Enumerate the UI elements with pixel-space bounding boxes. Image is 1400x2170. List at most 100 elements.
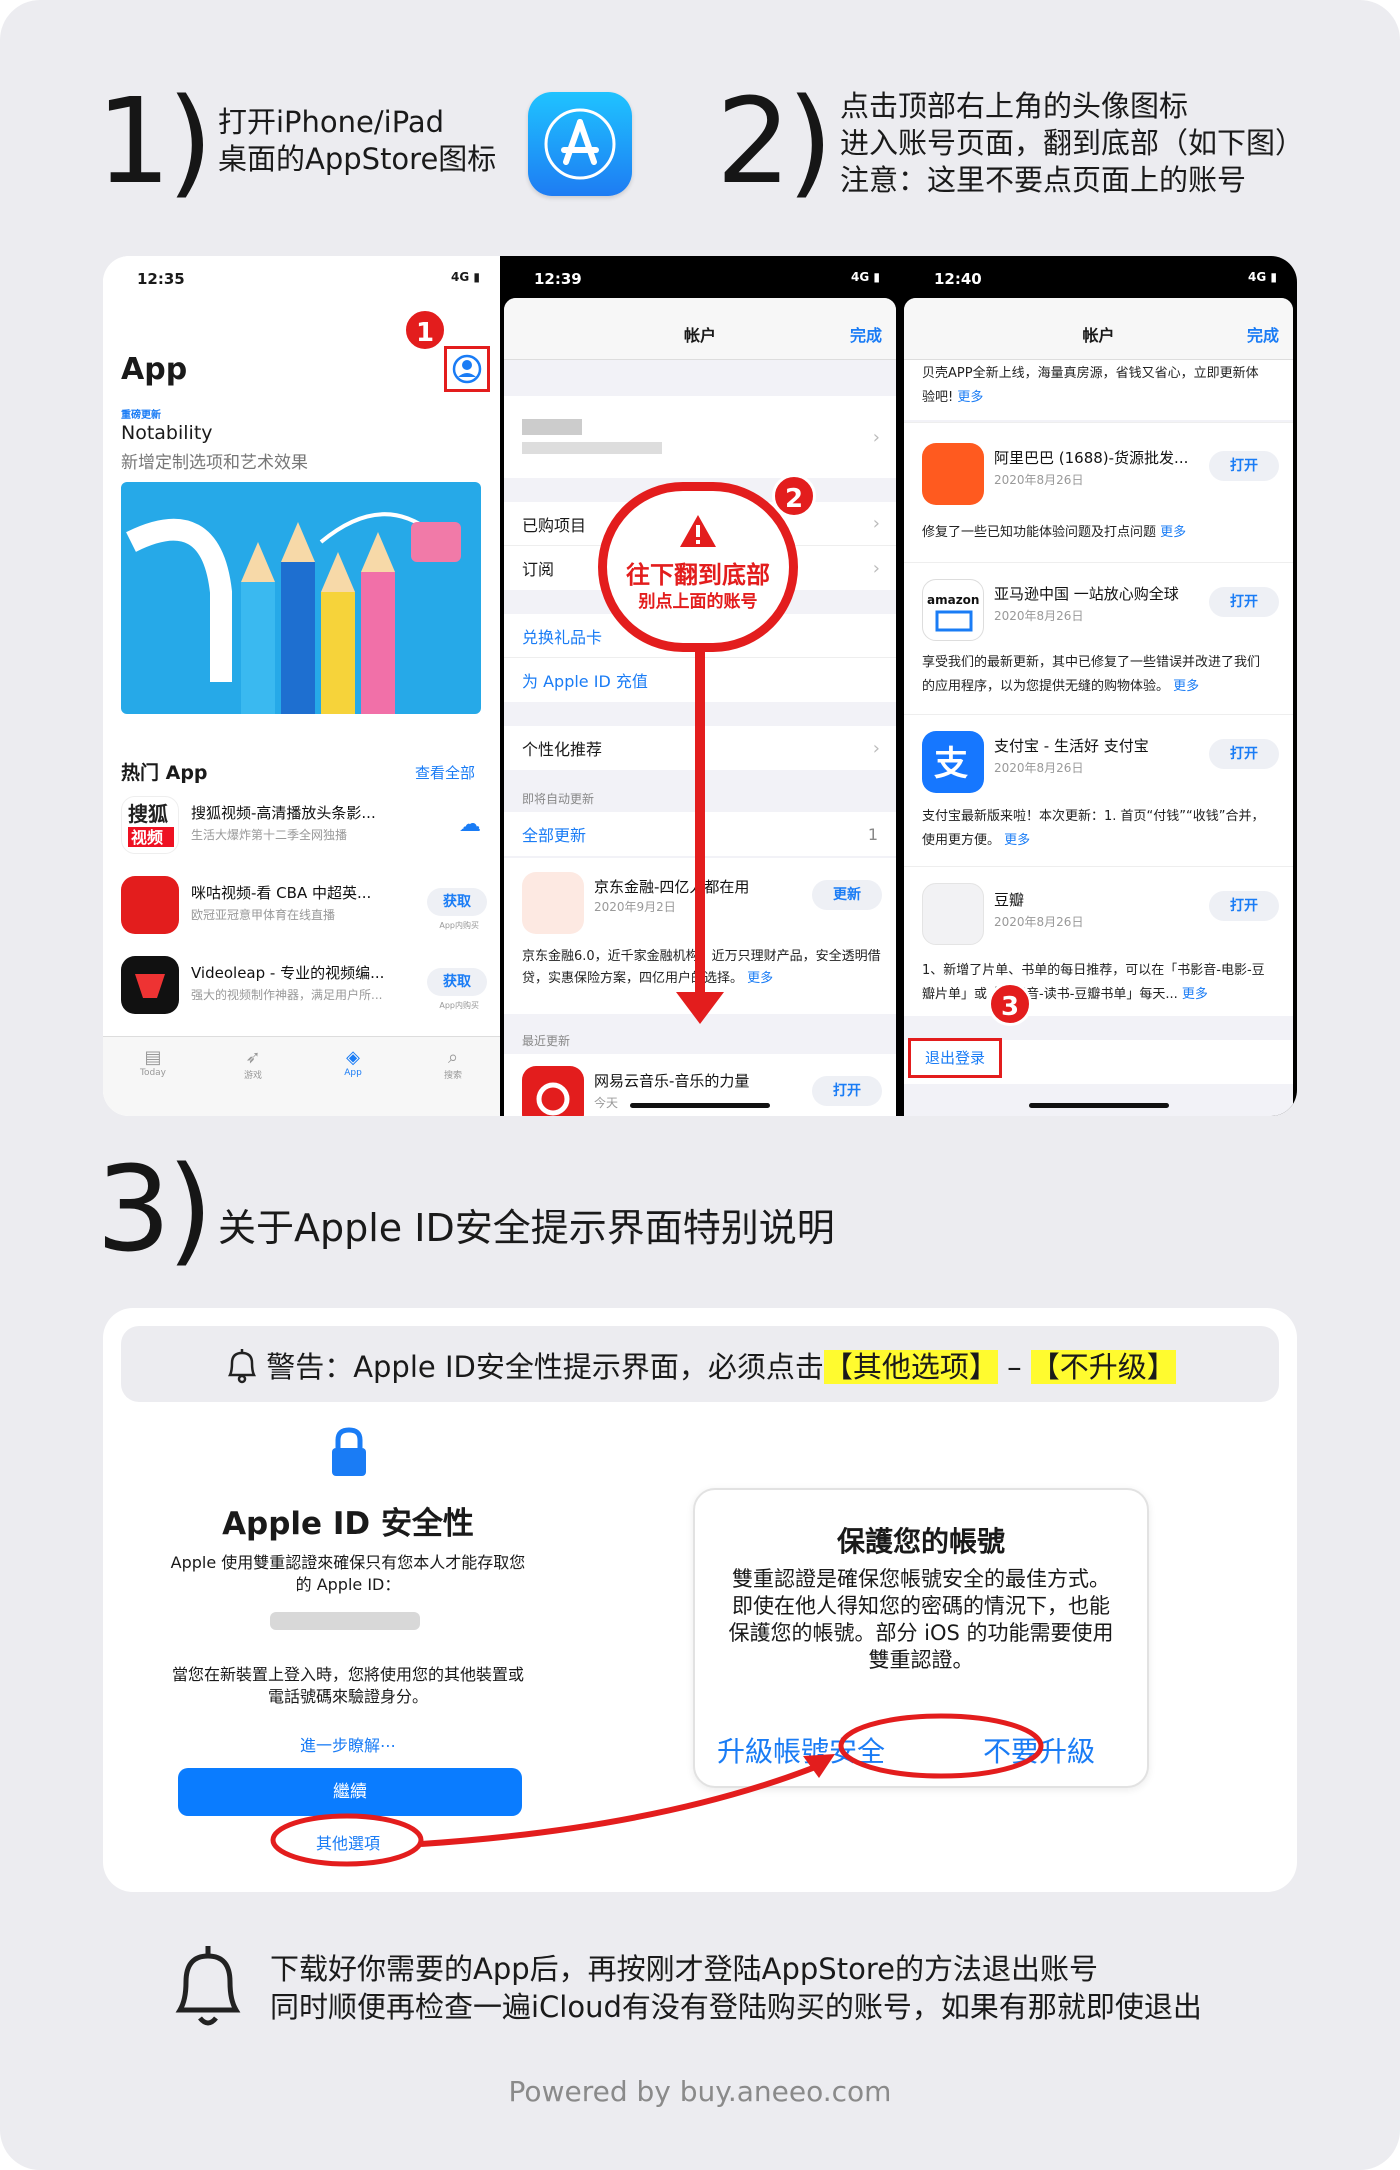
svg-text:amazon: amazon <box>927 593 979 607</box>
done-button[interactable]: 完成 <box>1247 322 1279 346</box>
arrow-head-icon <box>803 1754 835 1778</box>
app-release-note: 贝壳APP全新上线，海量真房源，省钱又省心，立即更新体验吧! 更多 <box>922 366 1259 405</box>
cloud-download-icon[interactable]: ☁ <box>459 812 481 837</box>
open-button[interactable]: 打开 <box>1209 587 1279 617</box>
amazon-icon: amazon <box>922 579 984 641</box>
scroll-hint-callout: 往下翻到底部 别点上面的账号 <box>598 482 798 652</box>
feature-subtitle: 新增定制选项和艺术效果 <box>121 453 308 473</box>
douban-icon <box>922 883 984 945</box>
screen-account-scroll: 12:39 4G ▮ 帐户 完成 › 已购项目 › 订阅 › 兑换礼品卡 为 App… <box>500 256 900 1116</box>
app-name: 阿里巴巴 (1688)-货源批发... <box>994 449 1189 467</box>
rocket-icon: ➶ <box>245 1047 261 1068</box>
apple-id-security-card: 警告：Apple ID安全性提示界面，必须点击【其他选项】 – 【不升级】 Ap… <box>103 1308 1297 1892</box>
status-bar: 12:35 4G ▮ <box>103 256 500 300</box>
status-time: 12:35 <box>137 270 185 288</box>
screen-account-bottom: 12:40 4G ▮ 帐户 完成 贝壳APP全新上线，海量真房源，省钱又省心，立… <box>900 256 1297 1116</box>
list-item[interactable]: 搜狐 视频 搜狐视频-高清播放头条影... 生活大爆炸第十二季全网独播 ☁ <box>121 796 491 866</box>
sheet-header: 帐户 完成 <box>904 298 1293 360</box>
step-2-line-3: 注意：这里不要点页面上的账号 <box>840 163 1247 197</box>
app-name: 咪咕视频-看 CBA 中超英... <box>191 884 372 902</box>
scroll-down-arrow-icon <box>676 646 724 1024</box>
hot-apps-title: 热门 App <box>121 762 208 784</box>
app-release-note: 1、新增了片单、书单的每日推荐，可以在「书影音-电影-豆瓣片单」或「书影音-读书… <box>922 963 1265 1002</box>
tab-games[interactable]: ➶ 游戏 <box>223 1047 283 1081</box>
app-desc: 欧冠亚冠意甲体育在线直播 <box>191 908 336 922</box>
get-button[interactable]: 获取 <box>427 968 487 996</box>
list-item[interactable]: 阿里巴巴 (1688)-货源批发... 2020年8月26日 打开 修复了一些已… <box>904 422 1293 562</box>
status-bar: 12:40 4G ▮ <box>900 256 1297 300</box>
step-2-text: 点击顶部右上角的头像图标 进入账号页面，翻到底部（如下图） 注意：这里不要点页面… <box>840 88 1304 199</box>
status-time: 12:40 <box>934 270 982 288</box>
app-name: 豆瓣 <box>994 891 1025 909</box>
callout-subtitle: 别点上面的账号 <box>638 592 758 612</box>
feature-banner[interactable] <box>121 482 481 714</box>
svg-text:支: 支 <box>934 744 968 784</box>
footer-line-1: 下载好你需要的App后，再按刚才登陆AppStore的方法退出账号 <box>270 1952 1098 1986</box>
other-options-circle <box>270 1813 424 1867</box>
alibaba-1688-icon <box>922 443 984 505</box>
open-button[interactable]: 打开 <box>1209 451 1279 481</box>
in-app-purchase-note: App内购买 <box>439 921 479 930</box>
callout-title: 往下翻到底部 <box>626 561 770 589</box>
layers-icon: ◈ <box>346 1047 360 1068</box>
in-app-purchase-note: App内购买 <box>439 1001 479 1010</box>
home-indicator <box>630 1103 770 1108</box>
app-date: 2020年8月26日 <box>994 761 1084 775</box>
see-all-link[interactable]: 查看全部 <box>415 762 475 783</box>
app-store-icon <box>528 92 632 196</box>
alipay-icon: 支 <box>922 731 984 793</box>
tab-search[interactable]: ⌕ 搜索 <box>423 1047 483 1081</box>
step-badge-1: 1 <box>403 308 447 352</box>
svg-text:视频: 视频 <box>131 828 163 847</box>
step-3-number: 3) <box>96 1140 213 1278</box>
today-icon: ▤ <box>144 1047 162 1068</box>
app-desc: 强大的视频制作神器，满足用户所... <box>191 988 383 1002</box>
search-icon: ⌕ <box>447 1047 459 1068</box>
list-item[interactable]: 支 支付宝 - 生活好 支付宝 2020年8月26日 打开 支付宝最新版来啦！本… <box>904 714 1293 866</box>
page-title: App <box>121 352 188 387</box>
app-release-note: 享受我们的最新更新，其中已修复了一些错误并改进了我们的应用程序，以为您提供无缝的… <box>922 655 1261 694</box>
curved-arrow-icon <box>420 1761 825 1847</box>
home-indicator <box>1028 1103 1169 1108</box>
footer-line-2: 同时顺便再检查一遍iCloud有没有登陆购买的账号，如果有那就即使退出 <box>270 1990 1202 2024</box>
screenshots-panel: 12:35 4G ▮ App 1 重磅更新 Notability 新增定制选项和… <box>103 256 1297 1116</box>
app-name: 搜狐视频-高清播放头条影... <box>191 804 376 822</box>
footer-bell-icon <box>168 1942 248 2036</box>
list-item: 贝壳APP全新上线，海量真房源，省钱又省心，立即更新体验吧! 更多 <box>904 360 1293 420</box>
sign-out-button[interactable]: 退出登录 <box>908 1038 1002 1078</box>
step-1-number: 1) <box>96 72 213 210</box>
tab-apps[interactable]: ◈ App <box>323 1047 383 1078</box>
status-signal: 4G ▮ <box>1248 270 1277 284</box>
tab-today[interactable]: ▤ Today <box>123 1047 183 1078</box>
app-release-note: 支付宝最新版来啦！本次更新：1. 首页“付钱”“收钱”合并，使用更方便。 更多 <box>922 809 1265 848</box>
screen-app-store-home: 12:35 4G ▮ App 1 重磅更新 Notability 新增定制选项和… <box>103 256 500 1116</box>
app-name: 支付宝 - 生活好 支付宝 <box>994 737 1149 755</box>
account-avatar-button[interactable] <box>444 346 490 392</box>
app-date: 2020年8月26日 <box>994 915 1084 929</box>
app-desc: 生活大爆炸第十二季全网独播 <box>191 828 348 842</box>
step-1-text: 打开iPhone/iPad 桌面的AppStore图标 <box>218 104 496 178</box>
sheet-title: 帐户 <box>1082 326 1115 345</box>
footer-text: 下载好你需要的App后，再按刚才登陆AppStore的方法退出账号 同时顺便再检… <box>270 1950 1202 2026</box>
app-name: 亚马逊中国 一站放心购全球 <box>994 585 1179 603</box>
list-item[interactable]: 豆瓣 2020年8月26日 打开 1、新增了片单、书单的每日推荐，可以在「书影音… <box>904 866 1293 1016</box>
red-annotation-overlay <box>270 1713 1044 1867</box>
list-item[interactable]: 咪咕视频-看 CBA 中超英... 欧冠亚冠意甲体育在线直播 获取 App内购买 <box>121 876 491 946</box>
open-button[interactable]: 打开 <box>1209 739 1279 769</box>
step-2-number: 2) <box>716 72 833 210</box>
feature-title: Notability <box>121 422 213 444</box>
get-button[interactable]: 获取 <box>427 888 487 916</box>
app-date: 2020年8月26日 <box>994 609 1084 623</box>
list-item[interactable]: Videoleap - 专业的视频编... 强大的视频制作神器，满足用户所...… <box>121 956 491 1026</box>
pencils-illustration-icon <box>126 512 461 714</box>
step-3-title: 关于Apple ID安全提示界面特别说明 <box>218 1206 835 1250</box>
step-2-line-2: 进入账号页面，翻到底部（如下图） <box>840 126 1305 160</box>
app-name: Videoleap - 专业的视频编... <box>191 964 385 982</box>
sohu-video-icon: 搜狐 视频 <box>121 796 179 854</box>
step-badge-3: 3 <box>988 982 1032 1026</box>
step-1-line-2: 桌面的AppStore图标 <box>218 142 497 176</box>
avatar-icon <box>452 354 482 384</box>
feature-tag: 重磅更新 <box>121 410 161 421</box>
list-item[interactable]: amazon 亚马逊中国 一站放心购全球 2020年8月26日 打开 享受我们的… <box>904 562 1293 714</box>
open-button[interactable]: 打开 <box>1209 891 1279 921</box>
